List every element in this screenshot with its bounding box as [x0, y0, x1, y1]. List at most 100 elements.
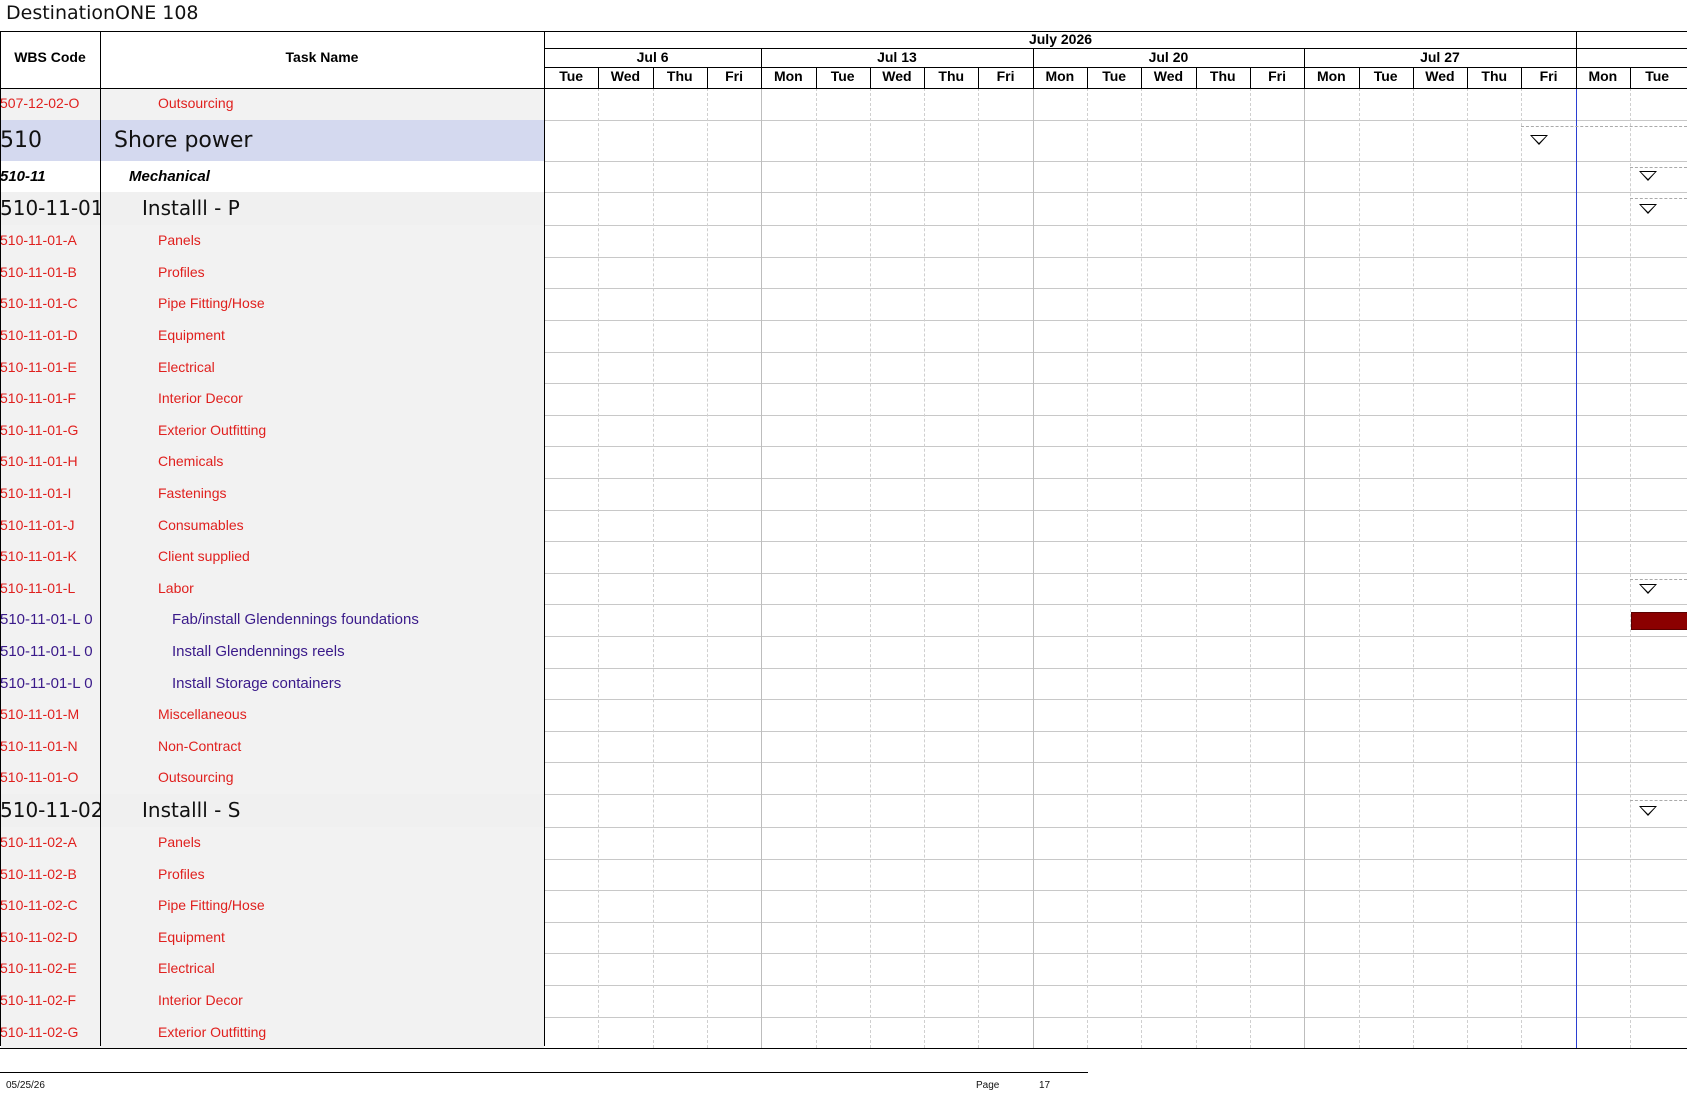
day-label: Wed	[1425, 68, 1455, 84]
row-wbs-code: 510-11-02-E	[0, 960, 77, 977]
day-label: Fri	[1539, 68, 1558, 84]
row-wbs-code: 510-11-01-L 0	[0, 611, 93, 629]
day-separator	[1032, 67, 1034, 88]
row-task-name: Equipment	[158, 327, 225, 343]
day-label: Fri	[996, 68, 1015, 84]
row-task-name: Labor	[158, 579, 194, 596]
summary-marker-icon	[1639, 583, 1657, 594]
day-separator	[815, 67, 817, 88]
table-chart-divider	[544, 31, 545, 1046]
status-date-line	[1575, 88, 1577, 1049]
day-label: Wed	[882, 68, 912, 84]
row-task-name: Profiles	[158, 865, 205, 882]
row-wbs-code: 510-11-02-C	[0, 897, 78, 914]
footer-date: 05/25/26	[6, 1080, 45, 1091]
day-gridline	[1249, 88, 1251, 1049]
row-wbs-code: 510-11-01-L 0	[0, 674, 93, 692]
document-title: DestinationONE 108	[6, 2, 199, 24]
row-task-name: Pipe Fitting/Hose	[158, 295, 265, 312]
row-wbs-code: 510-11-01	[0, 196, 100, 221]
row-wbs-code: 510-11-02-G	[0, 1023, 79, 1040]
row-wbs-code: 510-11	[0, 167, 46, 185]
row-wbs-code: 507-12-02-O	[0, 95, 80, 111]
row-task-name: Client supplied	[158, 548, 250, 565]
day-gridline	[1032, 88, 1034, 1049]
day-gridline	[652, 88, 654, 1049]
row-task-name: Equipment	[158, 928, 225, 945]
task-column-header[interactable]: Task Name	[100, 49, 544, 65]
day-separator	[1358, 67, 1360, 88]
row-wbs-code: 510-11-01-L	[0, 579, 76, 596]
row-wbs-code: 510-11-01-D	[0, 327, 78, 343]
row-task-name: Consumables	[158, 516, 244, 533]
day-separator	[761, 67, 763, 88]
day-gridline	[1630, 88, 1631, 1049]
day-gridline	[761, 88, 763, 1049]
row-wbs-code: 510-11-01-H	[0, 453, 78, 470]
day-separator	[1521, 67, 1523, 88]
day-label: Tue	[830, 68, 855, 84]
header-line	[0, 31, 544, 32]
row-wbs-code: 510-11-02-F	[0, 992, 77, 1008]
day-separator	[1575, 67, 1577, 88]
row-task-name: Outsourcing	[158, 769, 234, 786]
timeline-month-label: July 2026	[1028, 31, 1093, 47]
day-label: Mon	[1045, 68, 1075, 84]
day-gridline	[1412, 88, 1414, 1049]
day-gridline	[924, 88, 926, 1049]
summary-marker-icon	[1530, 135, 1549, 146]
day-label: Tue	[559, 68, 584, 84]
row-wbs-code: 510-11-01-I	[0, 485, 72, 501]
summary-bar-outline	[1630, 578, 1687, 580]
footer-page-label: Page	[976, 1080, 1000, 1091]
row-wbs-code: 510-11-01-E	[0, 358, 77, 375]
day-label: Fri	[725, 68, 743, 84]
row-task-name: Mechanical	[129, 167, 210, 185]
row-task-name: Installl - S	[142, 798, 241, 822]
row-task-name: Non-Contract	[158, 737, 242, 754]
week-label: Jul 20	[1148, 49, 1189, 65]
day-label: Tue	[1102, 68, 1127, 84]
footer-page-number: 17	[1039, 1080, 1051, 1091]
summary-marker-icon	[1639, 805, 1657, 816]
day-separator	[1412, 67, 1414, 88]
row-task-name: Interior Decor	[158, 992, 243, 1008]
summary-bar-outline	[1630, 800, 1687, 801]
row-wbs-code: 510-11-01-A	[0, 232, 77, 249]
day-gridline	[978, 88, 980, 1049]
row-wbs-code: 510-11-01-N	[0, 737, 78, 754]
wbs-column-header[interactable]: WBS Code	[0, 49, 100, 65]
row-task-name: Chemicals	[158, 453, 224, 470]
header-line	[0, 88, 1687, 89]
day-separator	[1195, 67, 1197, 88]
day-label: Wed	[1153, 68, 1184, 84]
row-wbs-code: 510-11-02-D	[0, 928, 78, 945]
table-bottom-border	[0, 1048, 1687, 1050]
day-separator	[1467, 67, 1469, 88]
row-wbs-code: 510-11-01-L 0	[0, 643, 93, 660]
row-wbs-code: 510-11-02-A	[0, 834, 77, 850]
day-separator	[1630, 67, 1631, 88]
summary-bar-outline	[1630, 198, 1687, 200]
day-separator	[1304, 67, 1306, 88]
row-task-name: Shore power	[114, 127, 253, 153]
day-gridline	[1467, 88, 1469, 1049]
row-task-name: Miscellaneous	[158, 706, 247, 723]
row-wbs-code: 510-11-01-J	[0, 516, 75, 533]
row-task-name: Outsourcing	[158, 95, 234, 111]
row-task-name: Interior Decor	[158, 390, 243, 407]
row-task-name: Electrical	[158, 960, 215, 977]
day-label: Thu	[1481, 68, 1508, 84]
task-bar[interactable]	[1631, 612, 1687, 631]
day-separator	[1141, 67, 1143, 88]
wbs-task-divider	[100, 31, 101, 1046]
row-task-name: Panels	[158, 232, 201, 249]
header-line	[544, 31, 1687, 32]
day-separator	[1249, 67, 1251, 88]
row-wbs-code: 510-11-01-B	[0, 263, 77, 280]
row-wbs-code: 510-11-01-G	[0, 421, 79, 438]
summary-marker-icon	[1639, 203, 1657, 214]
left-border	[0, 31, 1, 1046]
day-gridline	[1195, 88, 1197, 1049]
day-separator	[924, 67, 926, 88]
